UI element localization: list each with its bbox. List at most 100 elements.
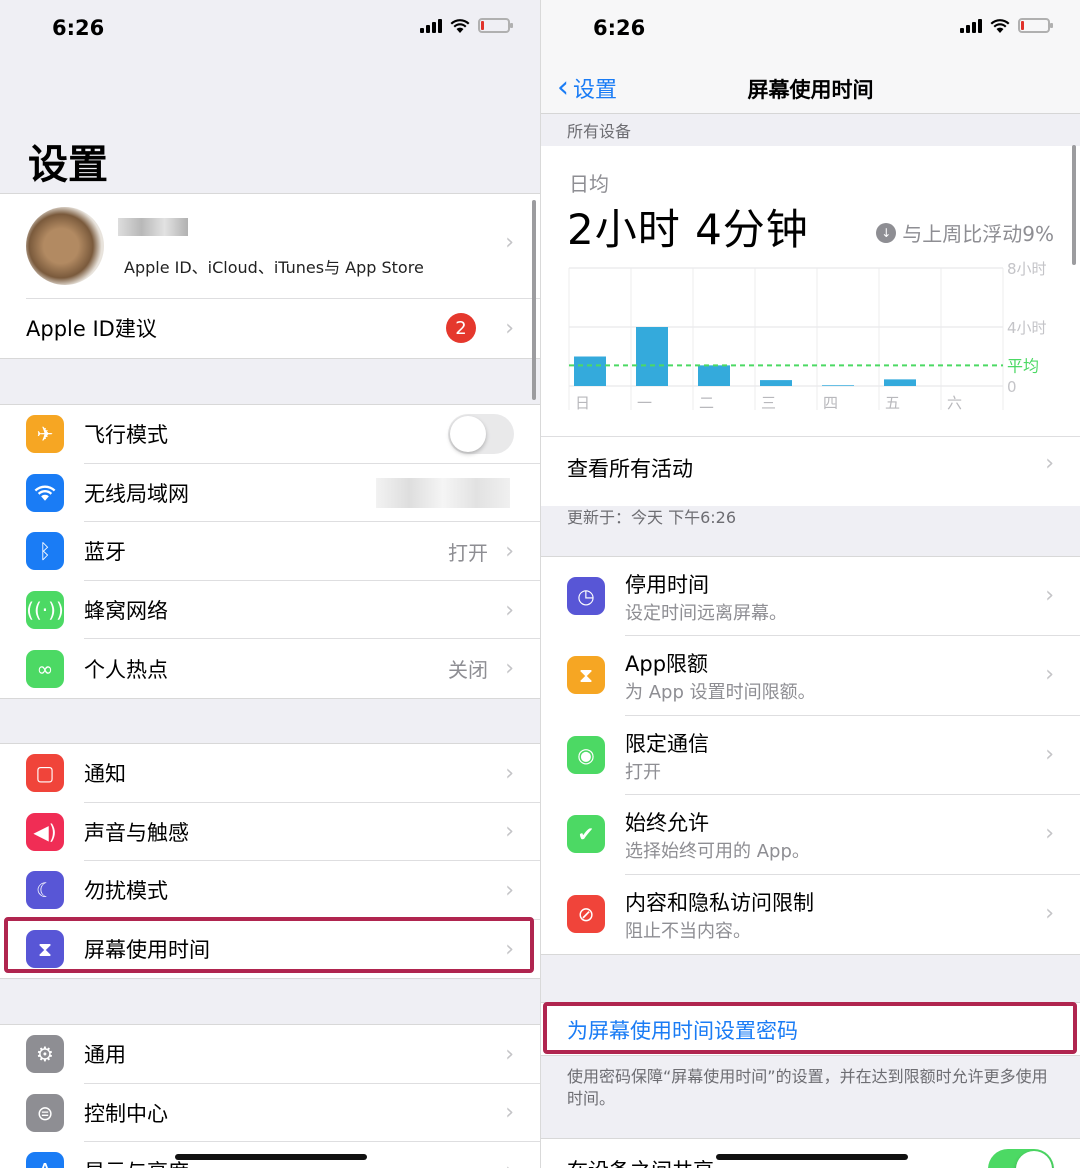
apple-id-suggestion-row[interactable]: Apple ID建议 2 › — [0, 299, 540, 358]
avatar — [26, 207, 104, 285]
trend-text: 与上周比浮动9% — [902, 222, 1054, 246]
share-across-devices-row[interactable]: 在设备之间共享 — [541, 1138, 1080, 1168]
antenna-icon: ((·)) — [26, 591, 64, 630]
chart-bar-2 — [698, 365, 730, 386]
chevron-right-icon: › — [505, 1041, 514, 1067]
row-bluetooth[interactable]: ᛒ 蓝牙 打开 › — [0, 522, 540, 581]
status-bar: 6:26 — [541, 0, 1080, 60]
scroll-indicator[interactable] — [532, 200, 536, 400]
row-label: 显示与亮度 — [84, 1156, 189, 1168]
daily-average-label: 日均 — [569, 172, 609, 196]
usage-card: 日均 2小时 4分钟 ↓ 与上周比浮动9% 日 一 二 三 四 五 六 8小时 4小时 0 平均 查… — [541, 146, 1080, 506]
row-cellular[interactable]: ((·)) 蜂窝网络 › — [0, 581, 540, 640]
status-icons — [420, 18, 513, 33]
blurred-name — [118, 218, 188, 236]
row-always-allowed[interactable]: ✔ 始终允许 选择始终可用的 App。 › — [541, 795, 1080, 875]
row-sounds[interactable]: ◀) 声音与触感 › — [0, 803, 540, 862]
connectivity-group: ✈ 飞行模式 无线局域网 ᛒ 蓝牙 打开 › ((·)) 蜂窝网络 › ∞ 个人… — [0, 404, 540, 699]
row-communication-limits[interactable]: ◉ 限定通信 打开 › — [541, 716, 1080, 796]
chevron-right-icon: › — [505, 656, 514, 682]
share-toggle[interactable] — [988, 1149, 1054, 1168]
chevron-right-icon: › — [1045, 741, 1054, 767]
gear-icon: ⚙ — [26, 1035, 64, 1074]
passcode-note: 使用密码保障“屏幕使用时间”的设置，并在达到限额时允许更多使用时间。 — [567, 1067, 1048, 1108]
chevron-right-icon: › — [505, 760, 514, 786]
row-content-privacy[interactable]: ⊘ 内容和隐私访问限制 阻止不当内容。 › — [541, 875, 1080, 954]
navigation-bar: ‹ 设置 屏幕使用时间 — [541, 60, 1080, 114]
home-indicator[interactable] — [175, 1154, 367, 1160]
passcode-highlight — [543, 1002, 1077, 1054]
home-indicator[interactable] — [716, 1154, 908, 1160]
chart-bar-4 — [822, 385, 854, 386]
section-header: 所有设备 — [567, 122, 632, 141]
chevron-right-icon: › — [505, 1159, 514, 1168]
x-tick-label: 四 — [823, 394, 838, 412]
row-downtime[interactable]: ◷ 停用时间 设定时间远离屏幕。 › — [541, 557, 1080, 637]
chevron-right-icon: › — [505, 315, 514, 341]
signal-icon — [420, 19, 442, 33]
x-tick-label: 三 — [761, 394, 776, 412]
nav-title: 屏幕使用时间 — [747, 78, 874, 102]
row-control-center[interactable]: ⊜ 控制中心 › — [0, 1084, 540, 1143]
row-subtitle: 选择始终可用的 App。 — [625, 841, 810, 863]
row-general[interactable]: ⚙ 通用 › — [0, 1025, 540, 1084]
row-value: 打开 — [448, 540, 488, 565]
row-label: 个人热点 — [84, 657, 168, 682]
status-time: 6:26 — [593, 16, 646, 40]
toggles-icon: ⊜ — [26, 1093, 64, 1132]
y-tick-label: 8小时 — [1007, 260, 1047, 278]
airplane-toggle[interactable] — [448, 414, 514, 455]
battery-icon — [1018, 18, 1053, 33]
wifi-icon — [26, 473, 64, 512]
row-wifi[interactable]: 无线局域网 — [0, 464, 540, 523]
chevron-right-icon: › — [505, 230, 514, 255]
display-icon: A — [26, 1152, 64, 1168]
checkmark-icon: ✔ — [567, 815, 605, 854]
x-tick-label: 二 — [699, 394, 714, 412]
downtime-icon: ◷ — [567, 577, 605, 615]
row-do-not-disturb[interactable]: ☾ 勿扰模式 › — [0, 861, 540, 920]
chart-bar-3 — [760, 380, 792, 386]
apple-id-suggestion-label: Apple ID建议 — [26, 317, 157, 342]
chevron-right-icon: › — [1045, 451, 1054, 476]
row-notifications[interactable]: ▢ 通知 › — [0, 744, 540, 803]
usage-bar-chart[interactable]: 日 一 二 三 四 五 六 8小时 4小时 0 平均 — [541, 258, 1080, 418]
scroll-indicator[interactable] — [1072, 145, 1076, 265]
contact-icon: ◉ — [567, 735, 605, 774]
chevron-right-icon: › — [1045, 900, 1054, 926]
average-label: 平均 — [1007, 356, 1039, 375]
x-tick-label: 日 — [575, 394, 590, 412]
hourglass-icon: ⧗ — [567, 656, 605, 695]
screen-time-screen: 6:26 ‹ 设置 屏幕使用时间 所有设备 日均 2小时 4分钟 ↓ 与上周比浮… — [540, 0, 1080, 1168]
row-app-limits[interactable]: ⧗ App限额 为 App 设置时间限额。 › — [541, 636, 1080, 716]
speaker-icon: ◀) — [26, 812, 64, 851]
apple-id-profile-row[interactable]: Apple ID、iCloud、iTunes与 App Store › — [0, 194, 540, 299]
bluetooth-icon: ᛒ — [26, 532, 64, 571]
row-subtitle: 阻止不当内容。 — [625, 920, 751, 942]
account-group: Apple ID、iCloud、iTunes与 App Store › Appl… — [0, 193, 540, 359]
general-group: ⚙ 通用 › ⊜ 控制中心 › A 显示与亮度 › — [0, 1024, 540, 1168]
hotspot-icon: ∞ — [26, 649, 64, 688]
chevron-right-icon: › — [505, 877, 514, 903]
chevron-right-icon: › — [1045, 583, 1054, 608]
row-title: 停用时间 — [625, 573, 709, 597]
status-bar: 6:26 — [0, 0, 540, 60]
moon-icon: ☾ — [26, 871, 64, 910]
y-tick-label: 0 — [1007, 378, 1017, 396]
row-label: 控制中心 — [84, 1101, 168, 1126]
chart-bar-1 — [636, 327, 668, 386]
row-hotspot[interactable]: ∞ 个人热点 关闭 › — [0, 639, 540, 698]
row-airplane-mode[interactable]: ✈ 飞行模式 — [0, 405, 540, 464]
row-subtitle: 设定时间远离屏幕。 — [625, 603, 787, 624]
settings-screen: 6:26 设置 Apple ID、iCloud、iTunes与 App Stor… — [0, 0, 540, 1168]
chevron-right-icon: › — [1045, 662, 1054, 688]
notification-badge: 2 — [446, 313, 476, 344]
screen-time-options: ◷ 停用时间 设定时间远离屏幕。 › ⧗ App限额 为 App 设置时间限额。… — [541, 556, 1080, 955]
arrow-down-circle-icon: ↓ — [876, 222, 897, 243]
row-label: 无线局域网 — [84, 481, 189, 506]
screen-time-highlight — [4, 917, 534, 973]
share-label: 在设备之间共享 — [567, 1155, 714, 1168]
wifi-status-icon — [990, 19, 1010, 33]
page-title: 设置 — [28, 142, 108, 188]
view-all-activity-row[interactable]: 查看所有活动 › — [541, 436, 1080, 498]
